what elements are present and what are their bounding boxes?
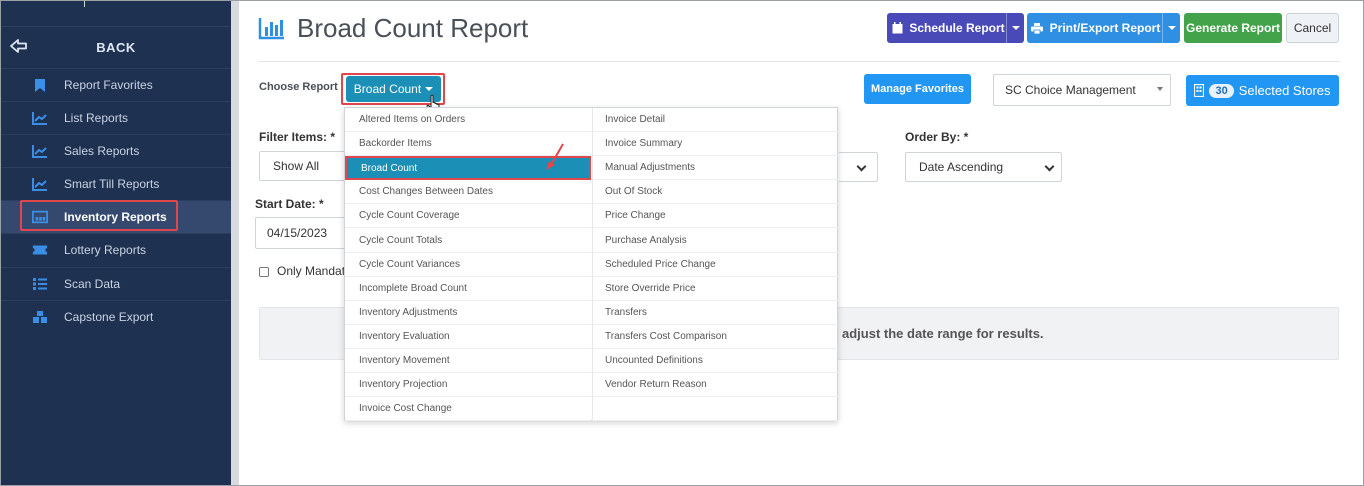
- report-option[interactable]: Price Change: [592, 204, 838, 228]
- report-option[interactable]: Cycle Count Variances: [345, 253, 591, 277]
- report-dropdown-menu: Altered Items on Orders Backorder Items Br…: [344, 107, 838, 421]
- menu-empty-cell: [592, 397, 838, 421]
- manage-favorites-button[interactable]: Manage Favorites: [864, 74, 971, 104]
- only-mandatory-checkbox[interactable]: [259, 267, 269, 277]
- schedule-dropdown-toggle[interactable]: [1006, 13, 1024, 43]
- sidebar-item-label: Sales Reports: [64, 144, 140, 158]
- bookmark-icon: [32, 77, 48, 93]
- print-dropdown-toggle[interactable]: [1162, 13, 1180, 43]
- only-mandatory-label: Only Mandato: [277, 264, 345, 278]
- back-button[interactable]: BACK: [1, 29, 231, 65]
- highlight-annotation: [20, 200, 178, 231]
- sidebar-item-label: List Reports: [64, 111, 129, 125]
- report-option[interactable]: Out Of Stock: [592, 180, 838, 204]
- annotation-arrow: [546, 143, 564, 170]
- printer-icon: [1030, 22, 1043, 34]
- chevron-down-icon: [856, 161, 867, 172]
- page-title: Broad Count Report: [297, 13, 529, 43]
- sidebar-item-label: Scan Data: [64, 277, 121, 291]
- cancel-button[interactable]: Cancel: [1286, 13, 1339, 43]
- line-chart-icon: [32, 143, 48, 159]
- report-option[interactable]: Transfers: [592, 301, 838, 325]
- generate-report-button[interactable]: Generate Report: [1184, 13, 1282, 43]
- report-option[interactable]: Store Override Price: [592, 277, 838, 301]
- caret-down-icon: [1157, 87, 1163, 91]
- app-window: BACK Report Favorites List Reports Sales…: [0, 0, 1364, 486]
- stores-count-badge: 30: [1209, 83, 1234, 98]
- report-option[interactable]: Inventory Evaluation: [345, 325, 591, 349]
- print-export-label: Print/Export Report: [1049, 21, 1161, 35]
- header-divider: [258, 61, 1340, 62]
- report-option[interactable]: Uncounted Definitions: [592, 349, 838, 373]
- sidebar-item-smart-till-reports[interactable]: Smart Till Reports: [1, 167, 231, 200]
- line-chart-icon: [32, 176, 48, 192]
- chevron-down-icon: [1044, 161, 1055, 172]
- line-chart-icon: [32, 110, 48, 126]
- partially-hidden-select[interactable]: [839, 152, 878, 182]
- start-date-value: 04/15/2023: [267, 226, 328, 240]
- schedule-report-label: Schedule Report: [909, 21, 1005, 35]
- report-option[interactable]: Cycle Count Totals: [345, 229, 591, 253]
- print-export-button[interactable]: Print/Export Report: [1027, 13, 1180, 43]
- report-option[interactable]: Scheduled Price Change: [592, 253, 838, 277]
- schedule-report-button[interactable]: Schedule Report: [887, 13, 1024, 43]
- report-option[interactable]: Incomplete Broad Count: [345, 277, 591, 301]
- store-group-select[interactable]: SC Choice Management: [993, 74, 1171, 106]
- report-option[interactable]: Transfers Cost Comparison: [592, 325, 838, 349]
- order-by-value: Date Ascending: [919, 160, 1004, 174]
- order-by-label: Order By: *: [905, 130, 969, 144]
- sidebar-item-sales-reports[interactable]: Sales Reports: [1, 134, 231, 167]
- selected-stores-label: Selected Stores: [1238, 83, 1331, 98]
- building-icon: [1194, 84, 1205, 97]
- report-option[interactable]: Inventory Movement: [345, 349, 591, 373]
- start-date-label: Start Date: *: [255, 197, 324, 211]
- filter-items-value: Show All: [273, 159, 320, 173]
- ticket-icon: [32, 242, 48, 258]
- sidebar-item-report-favorites[interactable]: Report Favorites: [1, 68, 231, 101]
- report-option[interactable]: Inventory Adjustments: [345, 301, 591, 325]
- chevron-down-icon: [1011, 26, 1020, 30]
- info-alert-text: adjust the date range for results.: [842, 326, 1044, 341]
- report-option[interactable]: Cycle Count Coverage: [345, 204, 591, 228]
- filter-items-select[interactable]: Show All: [259, 151, 349, 181]
- report-option[interactable]: Invoice Cost Change: [345, 397, 591, 421]
- sidebar-item-label: Report Favorites: [64, 78, 153, 92]
- report-option[interactable]: Invoice Summary: [592, 132, 838, 156]
- list-icon: [32, 276, 48, 292]
- order-by-select[interactable]: Date Ascending: [905, 152, 1062, 182]
- sidebar-item-label: Lottery Reports: [64, 243, 147, 257]
- bar-chart-icon: [258, 18, 284, 40]
- sidebar-item-scan-data[interactable]: Scan Data: [1, 267, 231, 300]
- report-option[interactable]: Inventory Projection: [345, 373, 591, 397]
- start-date-input[interactable]: 04/15/2023: [255, 217, 349, 249]
- report-option[interactable]: Purchase Analysis: [592, 229, 838, 253]
- store-group-value: SC Choice Management: [1005, 83, 1136, 97]
- calendar-icon: [892, 22, 903, 34]
- boxes-icon: [32, 309, 48, 325]
- sidebar-top: [1, 1, 231, 27]
- report-option[interactable]: Invoice Detail: [592, 108, 838, 132]
- sidebar-item-label: Capstone Export: [64, 310, 154, 324]
- sidebar-item-label: Smart Till Reports: [64, 177, 160, 191]
- report-option[interactable]: Vendor Return Reason: [592, 373, 838, 397]
- report-option[interactable]: Cost Changes Between Dates: [345, 180, 591, 204]
- sidebar-item-lottery-reports[interactable]: Lottery Reports: [1, 233, 231, 266]
- report-option[interactable]: Manual Adjustments: [592, 156, 838, 180]
- sidebar-item-capstone-export[interactable]: Capstone Export: [1, 300, 231, 333]
- sidebar-item-list-reports[interactable]: List Reports: [1, 101, 231, 134]
- selected-stores-button[interactable]: 30 Selected Stores: [1186, 75, 1339, 106]
- sidebar: BACK Report Favorites List Reports Sales…: [1, 1, 231, 485]
- back-label: BACK: [96, 39, 136, 55]
- filter-items-label: Filter Items: *: [259, 130, 336, 144]
- report-option[interactable]: Altered Items on Orders: [345, 108, 591, 132]
- chevron-down-icon: [1167, 26, 1176, 30]
- choose-report-label: Choose Report: [259, 81, 338, 93]
